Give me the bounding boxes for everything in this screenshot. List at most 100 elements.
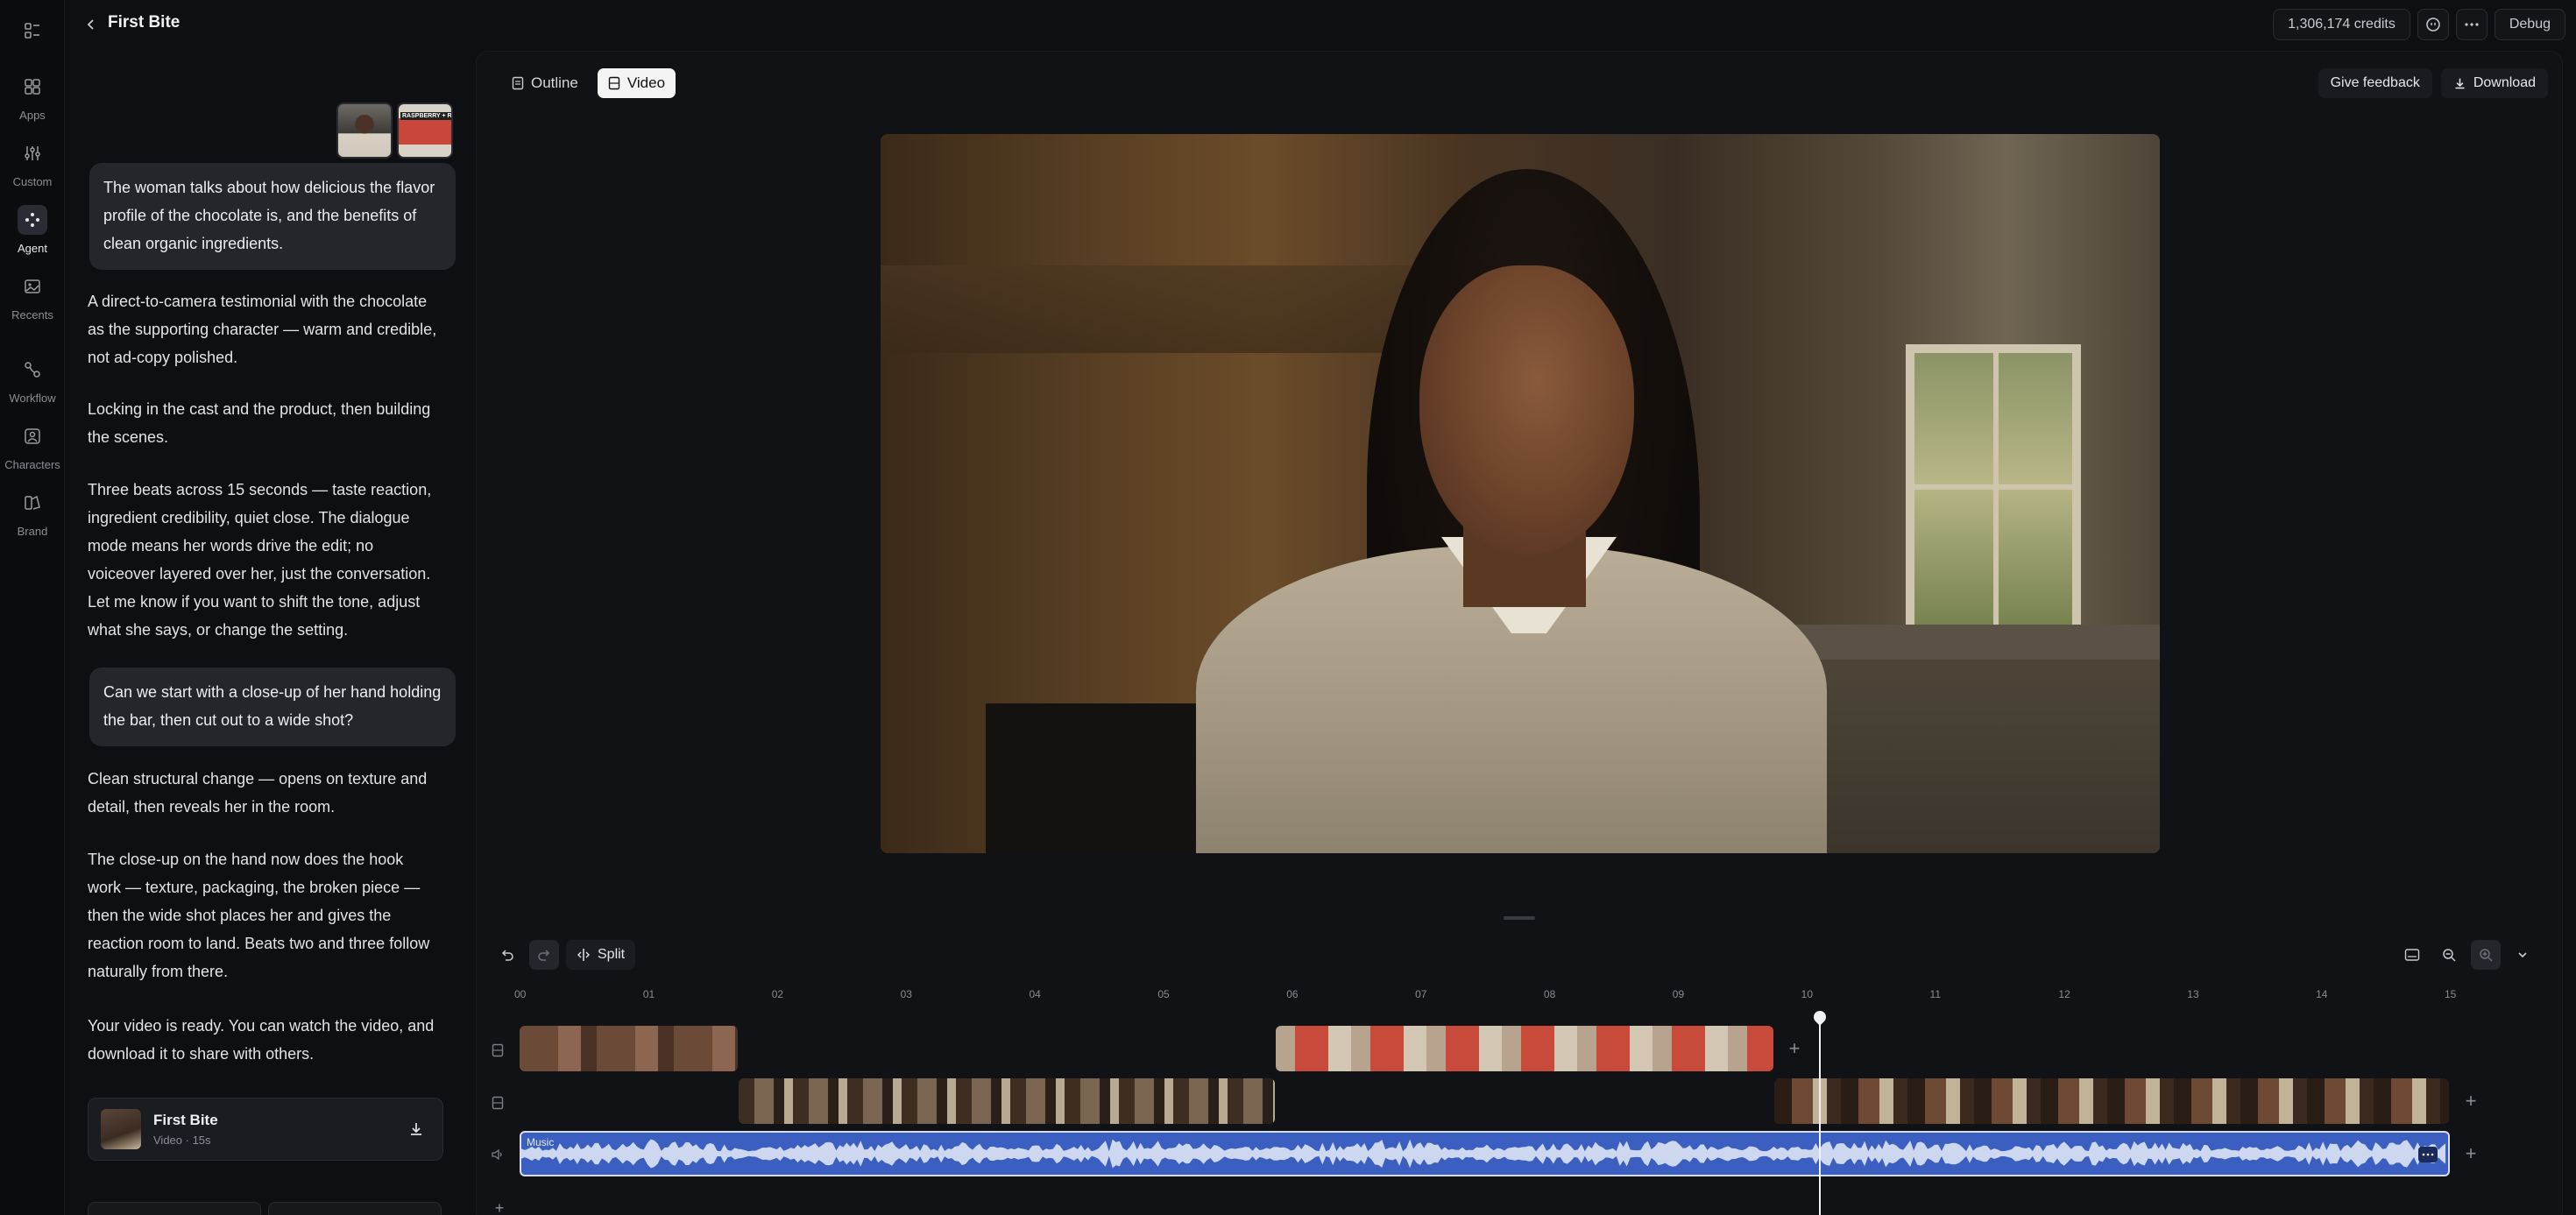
image-icon: [18, 272, 47, 301]
add-audio-clip[interactable]: +: [2458, 1141, 2484, 1167]
clip-hand-closeup[interactable]: [520, 1026, 738, 1071]
ruler-tick: 05: [1157, 988, 1170, 1000]
product-thumbnail[interactable]: RASPBERRY + ROSE: [397, 102, 453, 159]
agent-reply-3: Three beats across 15 seconds — taste re…: [88, 481, 432, 639]
zoom-in-icon: [2480, 949, 2493, 962]
agent-reply-4: Clean structural change — opens on textu…: [88, 770, 428, 816]
download-icon: [2455, 78, 2465, 88]
zoom-out-button[interactable]: [2434, 940, 2464, 970]
timeline-view-controls: [2397, 940, 2537, 970]
brand-icon: [18, 488, 47, 518]
more-horizontal-icon: [2465, 23, 2479, 26]
ruler-tick: 04: [1029, 988, 1041, 1000]
ruler-tick: 11: [1929, 988, 1941, 1000]
download-button-label: Download: [2473, 75, 2536, 90]
user-message-1: The woman talks about how delicious the …: [89, 163, 456, 270]
clip-reaction[interactable]: [1774, 1078, 2449, 1124]
undo-button[interactable]: [492, 940, 522, 970]
chat-bubble-icon: [2426, 18, 2440, 32]
scene-window: [1906, 344, 2081, 651]
tab-video[interactable]: Video: [597, 68, 676, 98]
nav-brand[interactable]: Brand: [0, 488, 65, 538]
suggestion-chip-2[interactable]: [268, 1202, 442, 1215]
download-button[interactable]: Download: [2440, 68, 2548, 98]
chat-bubble-button[interactable]: [2417, 9, 2449, 40]
credits-button[interactable]: 1,306,174 credits: [2273, 9, 2410, 40]
tab-video-label: Video: [626, 74, 666, 91]
video-file-card[interactable]: First Bite Video · 15s: [88, 1098, 443, 1161]
scene-stove: [986, 703, 1214, 853]
attachment-thumbnails: RASPBERRY + ROSE: [336, 102, 453, 159]
collapse-timeline-button[interactable]: [2508, 940, 2537, 970]
top-right-controls: 1,306,174 credits Debug: [2273, 9, 2565, 40]
tab-outline[interactable]: Outline: [501, 68, 589, 98]
ruler-tick: 03: [900, 988, 912, 1000]
debug-button[interactable]: Debug: [2494, 9, 2565, 40]
zoom-in-button[interactable]: [2471, 940, 2501, 970]
music-waveform: [521, 1139, 2446, 1169]
music-track-label: Music: [527, 1136, 555, 1148]
captions-toggle-button[interactable]: [2397, 940, 2427, 970]
nav-workflow[interactable]: Workflow: [0, 355, 65, 405]
nav-custom-label: Custom: [12, 175, 53, 188]
video-file-title: First Bite: [153, 1112, 218, 1128]
user-message-2: Can we start with a close-up of her hand…: [89, 668, 456, 746]
suggestion-chip-1[interactable]: [88, 1202, 261, 1215]
redo-icon: [538, 950, 550, 961]
more-options-button[interactable]: [2455, 9, 2488, 40]
nav-agent[interactable]: Agent: [0, 205, 65, 255]
ruler-tick: 01: [642, 988, 655, 1000]
chevron-left-icon: [87, 19, 94, 30]
music-track-clip[interactable]: Music: [520, 1131, 2450, 1176]
redo-button[interactable]: [529, 940, 559, 970]
nav-recents-label: Recents: [11, 308, 53, 321]
chevron-down-icon: [2518, 952, 2527, 958]
cast-thumbnail[interactable]: [336, 102, 393, 159]
video-preview[interactable]: [881, 134, 2160, 853]
grid-icon: [18, 72, 47, 102]
split-button[interactable]: Split: [566, 940, 636, 970]
audio-track-icon: [489, 1146, 506, 1163]
characters-icon: [18, 421, 47, 451]
panel-resize-handle[interactable]: [1504, 916, 1535, 920]
agent-reply-1: A direct-to-camera testimonial with the …: [88, 293, 437, 366]
give-feedback-button[interactable]: Give feedback: [2318, 68, 2432, 98]
ruler-tick: 13: [2187, 988, 2199, 1000]
agent-reply-2: Locking in the cast and the product, the…: [88, 400, 431, 446]
sliders-icon: [18, 138, 47, 168]
ruler-tick: 09: [1672, 988, 1685, 1000]
nav-workflow-label: Workflow: [9, 392, 56, 405]
agent-icon: [18, 205, 47, 235]
clip-wide-shot[interactable]: [739, 1078, 1275, 1124]
timeline-ruler[interactable]: 00 01 02 03 04 05 06 07 08 09 10 11 12 13 14 15: [514, 988, 2482, 1006]
timeline-playhead[interactable]: [1819, 1016, 1822, 1215]
nav-characters[interactable]: Characters: [0, 421, 65, 471]
nav-agent-label: Agent: [18, 242, 47, 255]
back-button[interactable]: [79, 12, 103, 37]
left-nav-rail: Apps Custom Agent Recents Workflow Chara…: [0, 0, 65, 1215]
music-clip-menu-button[interactable]: [2418, 1147, 2438, 1162]
agent-reply-6: Your video is ready. You can watch the v…: [88, 1017, 435, 1063]
menu-grid-icon[interactable]: [19, 18, 46, 44]
file-download-button[interactable]: [402, 1115, 430, 1143]
video-track-1-icon: [489, 1042, 506, 1059]
ruler-tick: 14: [2316, 988, 2328, 1000]
film-icon: [608, 76, 620, 90]
product-thumbnail-label: RASPBERRY + ROSE: [400, 112, 451, 120]
nav-apps[interactable]: Apps: [0, 72, 65, 122]
timeline-toolbar: Split: [492, 940, 636, 970]
nav-brand-label: Brand: [17, 525, 48, 538]
clip-packaging[interactable]: [1276, 1026, 1773, 1071]
workflow-icon: [18, 355, 47, 385]
ruler-tick: 15: [2445, 988, 2457, 1000]
add-clip-track-1[interactable]: +: [1781, 1035, 1808, 1062]
add-clip-track-2[interactable]: +: [2458, 1088, 2484, 1114]
nav-custom[interactable]: Custom: [0, 138, 65, 188]
add-track-button[interactable]: +: [486, 1195, 513, 1215]
split-icon: [577, 949, 590, 961]
zoom-out-icon: [2443, 949, 2456, 962]
nav-recents[interactable]: Recents: [0, 272, 65, 321]
split-button-label: Split: [598, 947, 626, 962]
speaker-icon: [492, 1148, 502, 1161]
nav-apps-label: Apps: [19, 109, 46, 122]
